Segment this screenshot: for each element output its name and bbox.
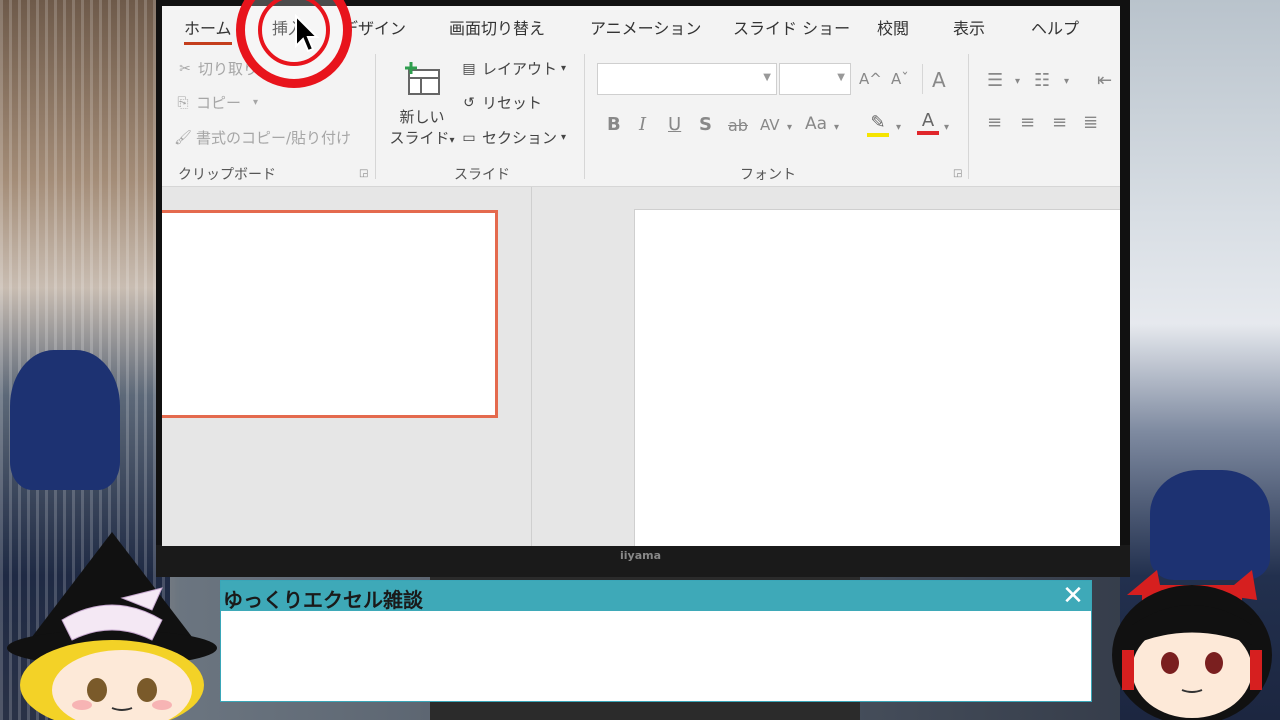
pane-divider[interactable] <box>531 187 532 546</box>
close-icon[interactable]: ✕ <box>1059 583 1087 609</box>
character-spacing-button[interactable]: AV <box>760 116 780 134</box>
decrease-indent-icon[interactable]: ⇤ <box>1097 70 1112 91</box>
shrink-font-button[interactable]: Aˇ <box>891 70 909 88</box>
italic-button[interactable]: I <box>639 114 646 135</box>
reimu-character-avatar <box>1112 570 1272 720</box>
chevron-down-icon: ▼ <box>837 72 845 83</box>
dialog-launcher-icon[interactable]: ◲ <box>953 168 962 179</box>
group-separator <box>584 54 585 179</box>
chevron-down-icon[interactable]: ▾ <box>253 97 258 108</box>
slide-thumbnail[interactable] <box>162 210 498 418</box>
dialog-launcher-icon[interactable]: ◲ <box>359 168 368 179</box>
new-slide-label-line2: スライド <box>389 129 450 147</box>
reset-label: リセット <box>482 94 543 112</box>
align-right-icon[interactable]: ≡ <box>1052 112 1067 133</box>
reset-icon: ↺ <box>463 94 475 111</box>
monitor-brand: iiyama <box>620 549 662 562</box>
slide-canvas[interactable] <box>634 209 1120 546</box>
background-chair <box>10 350 120 490</box>
tab-animations[interactable]: アニメーション <box>590 15 701 39</box>
strikethrough-button[interactable]: ab <box>728 116 748 135</box>
highlight-pen-icon[interactable]: ✎ <box>867 112 889 137</box>
copy-icon: ⎘ <box>177 94 189 111</box>
shadow-button[interactable]: S <box>699 114 712 135</box>
new-slide-label-row: スライド▾ <box>388 127 456 148</box>
font-size-combo[interactable]: ▼ <box>779 63 851 95</box>
tab-view[interactable]: 表示 <box>953 15 985 39</box>
new-slide-label-line1: 新しい <box>399 108 445 126</box>
tab-help[interactable]: ヘルプ <box>1031 15 1079 39</box>
copy-label: コピー <box>196 94 242 112</box>
reset-button[interactable]: ↺ リセット <box>460 92 542 113</box>
scissors-icon: ✂ <box>179 60 191 77</box>
new-slide-button[interactable]: 新しい スライド▾ <box>388 60 456 160</box>
change-case-button[interactable]: Aa <box>805 114 827 134</box>
tab-slideshow[interactable]: スライド ショー <box>733 15 850 39</box>
section-label: セクション <box>482 129 558 147</box>
chevron-down-icon: ▾ <box>561 63 567 74</box>
layout-button[interactable]: ▤ レイアウト ▾ <box>460 58 566 79</box>
chevron-down-icon[interactable]: ▾ <box>1064 76 1069 87</box>
bold-button[interactable]: B <box>607 114 621 135</box>
chevron-down-icon[interactable]: ▾ <box>1015 76 1020 87</box>
slides-group-label: スライド <box>454 167 510 183</box>
marisa-character-avatar <box>7 532 217 720</box>
format-painter-button[interactable]: 🖌 書式のコピー/貼り付け <box>174 127 351 148</box>
button-separator <box>922 64 923 94</box>
tab-review[interactable]: 校閲 <box>877 15 909 39</box>
chevron-down-icon: ▾ <box>561 132 567 143</box>
chevron-down-icon: ▼ <box>763 72 771 83</box>
powerpoint-window: ホーム 挿入 デザイン 画面切り替え アニメーション スライド ショー 校閲 表… <box>162 6 1120 546</box>
mouse-cursor-icon <box>295 14 320 53</box>
chevron-down-icon[interactable]: ▾ <box>787 122 792 133</box>
font-color-icon[interactable]: A <box>917 110 939 135</box>
underline-button[interactable]: U <box>668 114 681 135</box>
justify-icon[interactable]: ≣ <box>1083 112 1098 133</box>
bullets-icon[interactable]: ☰ <box>987 70 1003 91</box>
new-slide-icon <box>405 62 440 95</box>
slide-thumbnail-pane <box>162 187 532 546</box>
group-separator <box>968 54 969 179</box>
section-button[interactable]: ▭ セクション ▾ <box>460 127 566 148</box>
chevron-down-icon[interactable]: ▾ <box>834 122 839 133</box>
dialog-title: ゆっくりエクセル雑談 <box>223 588 423 612</box>
align-left-icon[interactable]: ≡ <box>987 112 1002 133</box>
chat-dialog: ゆっくりエクセル雑談 ✕ <box>220 580 1092 702</box>
copy-button[interactable]: ⎘ コピー ▾ <box>174 92 258 113</box>
dialog-title-bar: ゆっくりエクセル雑談 ✕ <box>221 581 1091 612</box>
section-icon: ▭ <box>462 129 476 146</box>
numbering-icon[interactable]: ☷ <box>1034 70 1050 91</box>
layout-icon: ▤ <box>462 60 476 77</box>
paintbrush-icon: 🖌 <box>174 129 192 146</box>
font-name-combo[interactable]: ▼ <box>597 63 777 95</box>
tab-home[interactable]: ホーム <box>184 15 232 45</box>
grow-font-button[interactable]: A^ <box>859 70 882 88</box>
chevron-down-icon[interactable]: ▾ <box>896 122 901 133</box>
group-separator <box>375 54 376 179</box>
format-painter-label: 書式のコピー/貼り付け <box>196 129 352 147</box>
chevron-down-icon[interactable]: ▾ <box>944 122 949 133</box>
background-chair <box>1150 470 1270 580</box>
font-group-label: フォント <box>740 167 796 183</box>
align-center-icon[interactable]: ≡ <box>1020 112 1035 133</box>
tab-transitions[interactable]: 画面切り替え <box>449 15 545 39</box>
clear-format-button[interactable]: A <box>932 68 946 92</box>
layout-label: レイアウト <box>482 60 558 78</box>
clipboard-group-label: クリップボード <box>178 167 276 183</box>
chevron-down-icon: ▾ <box>449 135 455 146</box>
